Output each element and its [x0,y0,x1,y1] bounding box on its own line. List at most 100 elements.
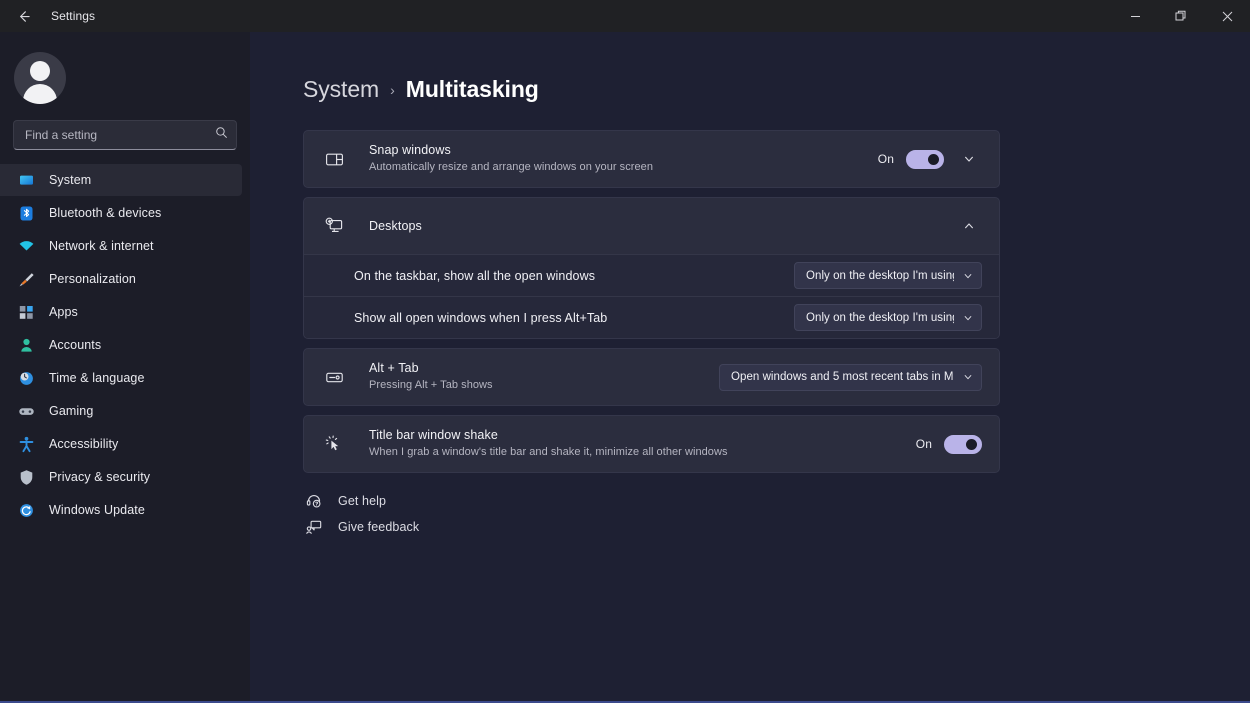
sidebar-item-personalization[interactable]: Personalization [0,263,242,295]
snap-windows-title: Snap windows [369,142,864,159]
page-title: Multitasking [406,76,539,103]
close-icon [1222,11,1233,22]
sidebar-item-accounts[interactable]: Accounts [0,329,242,361]
account-icon [18,337,35,354]
alt-tab-text: Alt + Tab Pressing Alt + Tab shows [369,360,705,393]
desktops-taskbar-dropdown[interactable]: Only on the desktop I'm using [794,262,982,289]
desktops-row[interactable]: Desktops [304,198,999,254]
back-arrow-icon [16,9,31,24]
chevron-down-icon [963,313,973,323]
snap-layout-icon [323,150,345,169]
breadcrumb-parent[interactable]: System [303,76,379,103]
sidebar: System Bluetooth & devices [0,32,250,703]
bluetooth-icon [18,205,35,222]
alt-tab-card: Alt + Tab Pressing Alt + Tab shows Open … [303,348,1000,406]
sidebar-item-label: Accounts [49,338,101,352]
sidebar-item-label: Bluetooth & devices [49,206,161,220]
alt-tab-dropdown[interactable]: Open windows and 5 most recent tabs in M [719,364,982,391]
sidebar-item-label: Gaming [49,404,93,418]
desktops-title: Desktops [369,218,942,235]
snap-windows-card: Snap windows Automatically resize and ar… [303,130,1000,188]
footer-links: Get help Give feedback [303,493,1000,535]
desktops-card: Desktops On the taskbar, show all the op… [303,197,1000,339]
restore-icon [1175,10,1187,22]
sidebar-item-system[interactable]: System [0,164,242,196]
alt-tab-value: Open windows and 5 most recent tabs in M [731,371,954,383]
back-button[interactable] [8,1,38,31]
sidebar-item-bluetooth-devices[interactable]: Bluetooth & devices [0,197,242,229]
window-title: Settings [51,9,95,23]
give-feedback-label: Give feedback [338,520,419,534]
help-icon [305,493,322,509]
title-bar: Settings [0,0,1250,32]
breadcrumb-separator: › [390,82,395,98]
title-bar-shake-toggle-label: On [916,437,932,451]
sidebar-item-time-language[interactable]: Time & language [0,362,242,394]
sidebar-item-windows-update[interactable]: Windows Update [0,494,242,526]
sidebar-item-network-internet[interactable]: Network & internet [0,230,242,262]
title-bar-shake-toggle[interactable] [944,435,982,454]
snap-windows-toggle[interactable] [906,150,944,169]
title-bar-shake-title: Title bar window shake [369,427,902,444]
sidebar-item-label: Windows Update [49,503,145,517]
sidebar-item-label: Personalization [49,272,136,286]
snap-windows-subtitle: Automatically resize and arrange windows… [369,160,864,175]
close-button[interactable] [1204,0,1250,32]
shield-icon [18,469,35,486]
search-container [13,120,237,150]
sidebar-item-label: Privacy & security [49,470,150,484]
sidebar-item-gaming[interactable]: Gaming [0,395,242,427]
desktops-collapse-button[interactable] [956,213,982,239]
avatar-body [23,84,57,104]
search-icon[interactable] [215,126,228,144]
give-feedback-link[interactable]: Give feedback [305,519,419,535]
alt-tab-row: Alt + Tab Pressing Alt + Tab shows Open … [304,349,999,405]
desktops-text: Desktops [369,218,942,235]
title-bar-shake-row: Title bar window shake When I grab a win… [304,416,999,472]
apps-icon [18,304,35,321]
keyboard-key-icon [323,368,345,387]
title-bar-left: Settings [0,1,95,31]
title-bar-shake-subtitle: When I grab a window's title bar and sha… [369,445,902,460]
chevron-down-icon [963,372,973,382]
toggle-knob [966,439,977,450]
sidebar-item-label: Apps [49,305,78,319]
desktops-taskbar-value: Only on the desktop I'm using [806,270,954,282]
sidebar-item-privacy-security[interactable]: Privacy & security [0,461,242,493]
cursor-shake-icon [323,435,345,454]
desktops-alttab-dropdown[interactable]: Only on the desktop I'm using [794,304,982,331]
window-body: System Bluetooth & devices [0,32,1250,703]
avatar[interactable] [14,52,66,104]
search-box[interactable] [13,120,237,150]
profile-section[interactable] [0,38,250,112]
minimize-button[interactable] [1112,0,1158,32]
search-input[interactable] [25,128,215,142]
clock-icon [18,370,35,387]
sidebar-item-label: Accessibility [49,437,118,451]
feedback-icon [305,519,322,535]
chevron-up-icon [963,220,975,232]
sidebar-item-label: System [49,173,91,187]
sidebar-item-accessibility[interactable]: Accessibility [0,428,242,460]
sidebar-item-apps[interactable]: Apps [0,296,242,328]
alt-tab-title: Alt + Tab [369,360,705,377]
snap-windows-expand-button[interactable] [956,146,982,172]
snap-windows-row[interactable]: Snap windows Automatically resize and ar… [304,131,999,187]
window-controls [1112,0,1250,32]
alt-tab-controls: Open windows and 5 most recent tabs in M [719,364,982,391]
snap-windows-text: Snap windows Automatically resize and ar… [369,142,864,175]
snap-windows-controls: On [878,146,982,172]
title-bar-shake-card: Title bar window shake When I grab a win… [303,415,1000,473]
desktops-controls [956,213,982,239]
update-icon [18,502,35,519]
main-inner: System › Multitasking [250,32,1130,535]
avatar-head [30,61,50,81]
title-bar-shake-controls: On [916,435,982,454]
get-help-link[interactable]: Get help [305,493,386,509]
sidebar-item-label: Time & language [49,371,145,385]
wifi-icon [18,238,35,255]
desktops-alttab-value: Only on the desktop I'm using [806,312,954,324]
sidebar-nav: System Bluetooth & devices [0,164,250,537]
maximize-button[interactable] [1158,0,1204,32]
sidebar-item-label: Network & internet [49,239,154,253]
